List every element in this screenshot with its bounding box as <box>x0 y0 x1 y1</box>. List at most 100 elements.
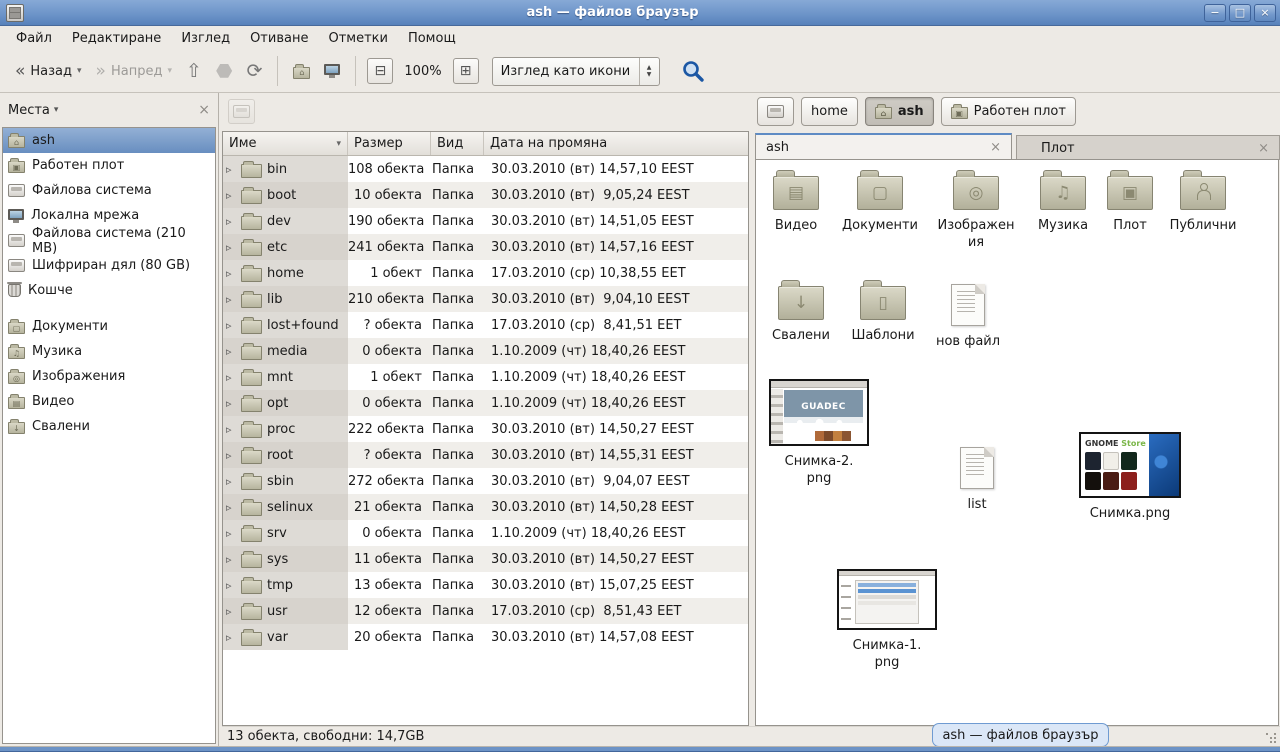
expander-icon[interactable]: ▹ <box>226 579 236 592</box>
menu-view[interactable]: Изглед <box>171 28 240 49</box>
folder-item-video[interactable]: ▤ Видео <box>756 176 836 234</box>
menu-help[interactable]: Помощ <box>398 28 466 49</box>
sidebar-item-desktop[interactable]: ▣ Работен плот <box>3 153 215 178</box>
sidebar-item-pictures[interactable]: ◎ Изображения <box>3 364 215 389</box>
expander-icon[interactable]: ▹ <box>226 319 236 332</box>
table-row[interactable]: ▹bin 108 обектаПапка30.03.2010 (вт) 14,5… <box>223 156 748 182</box>
table-row[interactable]: ▹lib 210 обектаПапка30.03.2010 (вт) 9,04… <box>223 286 748 312</box>
file-item-snimka-1[interactable]: Снимка-1.png <box>836 569 938 671</box>
file-item-new-file[interactable]: нов файл <box>928 284 1008 350</box>
column-header-date[interactable]: Дата на промяна <box>484 132 748 155</box>
table-row[interactable]: ▹selinux 21 обектаПапка30.03.2010 (вт) 1… <box>223 494 748 520</box>
combo-spinner-icon[interactable]: ▲ ▼ <box>639 58 659 85</box>
expander-icon[interactable]: ▹ <box>226 605 236 618</box>
expander-icon[interactable]: ▹ <box>226 163 236 176</box>
table-row[interactable]: ▹mnt 1 обектПапка1.10.2009 (чт) 18,40,26… <box>223 364 748 390</box>
expander-icon[interactable]: ▹ <box>226 189 236 202</box>
up-button[interactable]: ⇧ <box>179 58 209 84</box>
taskbar-window-button[interactable]: ash — файлов браузър <box>932 723 1109 747</box>
table-row[interactable]: ▹sbin 272 обектаПапка30.03.2010 (вт) 9,0… <box>223 468 748 494</box>
sidebar-close-icon[interactable]: × <box>198 102 210 118</box>
file-item-list[interactable]: list <box>955 447 999 513</box>
table-row[interactable]: ▹dev 190 обектаПапка30.03.2010 (вт) 14,5… <box>223 208 748 234</box>
sidebar-item-filesystem-210mb[interactable]: Файлова система (210 MB) <box>3 228 215 253</box>
expander-icon[interactable]: ▹ <box>226 631 236 644</box>
folder-item-public[interactable]: Публични <box>1163 176 1243 234</box>
expander-icon[interactable]: ▹ <box>226 241 236 254</box>
expander-icon[interactable]: ▹ <box>226 501 236 514</box>
table-row[interactable]: ▹proc 222 обектаПапка30.03.2010 (вт) 14,… <box>223 416 748 442</box>
table-row[interactable]: ▹opt 0 обектаПапка1.10.2009 (чт) 18,40,2… <box>223 390 748 416</box>
expander-icon[interactable]: ▹ <box>226 215 236 228</box>
path-home-button[interactable]: home <box>801 97 858 126</box>
expander-icon[interactable]: ▹ <box>226 553 236 566</box>
back-button[interactable]: « Назад ▾ <box>8 59 89 84</box>
expander-icon[interactable]: ▹ <box>226 345 236 358</box>
back-dropdown-icon[interactable]: ▾ <box>77 66 82 76</box>
forward-button[interactable]: » Напред ▾ <box>89 59 179 84</box>
table-row[interactable]: ▹usr 12 обектаПапка17.03.2010 (ср) 8,51,… <box>223 598 748 624</box>
table-row[interactable]: ▹srv 0 обектаПапка1.10.2009 (чт) 18,40,2… <box>223 520 748 546</box>
expander-icon[interactable]: ▹ <box>226 423 236 436</box>
search-button[interactable] <box>674 54 712 88</box>
sidebar-item-filesystem[interactable]: Файлова система <box>3 178 215 203</box>
column-header-type[interactable]: Вид <box>431 132 484 155</box>
computer-button[interactable] <box>317 59 347 83</box>
minimize-button[interactable]: − <box>1204 4 1226 22</box>
sidebar-item-downloads[interactable]: ↓ Свалени <box>3 414 215 439</box>
column-header-name[interactable]: Име ▾ <box>223 132 348 155</box>
table-row[interactable]: ▹var 20 обектаПапка30.03.2010 (вт) 14,57… <box>223 624 748 650</box>
folder-item-downloads[interactable]: ↓ Свалени <box>761 286 841 344</box>
table-row[interactable]: ▹media 0 обектаПапка1.10.2009 (чт) 18,40… <box>223 338 748 364</box>
sidebar-title[interactable]: Места <box>8 103 50 118</box>
sidebar-item-local-network[interactable]: Локална мрежа <box>3 203 215 228</box>
sidebar-item-trash[interactable]: Кошче <box>3 278 215 303</box>
path-root-button[interactable] <box>757 97 794 126</box>
folder-item-templates[interactable]: ▯ Шаблони <box>843 286 923 344</box>
view-mode-select[interactable]: Изглед като икони ▲ ▼ <box>492 57 660 86</box>
tab-ash[interactable]: ash × <box>755 133 1012 160</box>
close-button[interactable]: × <box>1254 4 1276 22</box>
maximize-button[interactable]: □ <box>1229 4 1251 22</box>
expander-icon[interactable]: ▹ <box>226 527 236 540</box>
table-row[interactable]: ▹lost+found ? обектаПапка17.03.2010 (ср)… <box>223 312 748 338</box>
sidebar-title-chevron-icon[interactable]: ▾ <box>54 105 59 115</box>
menu-bookmarks[interactable]: Отметки <box>318 28 397 49</box>
folder-item-pictures[interactable]: ◎ Изображения <box>934 176 1018 251</box>
stop-button[interactable]: ⬣ <box>209 58 240 84</box>
menu-edit[interactable]: Редактиране <box>62 28 171 49</box>
column-header-size[interactable]: Размер <box>348 132 431 155</box>
file-item-snimka[interactable]: GNOME Store Снимка.png <box>1078 432 1182 522</box>
tab-plot[interactable]: Плот × <box>1016 135 1280 160</box>
table-row[interactable]: ▹tmp 13 обектаПапка30.03.2010 (вт) 15,07… <box>223 572 748 598</box>
sidebar-item-encrypted-80gb[interactable]: Шифриран дял (80 GB) <box>3 253 215 278</box>
folder-item-documents[interactable]: ▢ Документи <box>838 176 922 234</box>
table-row[interactable]: ▹home 1 обектПапка17.03.2010 (ср) 10,38,… <box>223 260 748 286</box>
sidebar-item-video[interactable]: ▤ Видео <box>3 389 215 414</box>
tree-root-button[interactable] <box>228 99 255 124</box>
menu-go[interactable]: Отиване <box>240 28 318 49</box>
menu-file[interactable]: Файл <box>6 28 62 49</box>
expander-icon[interactable]: ▹ <box>226 397 236 410</box>
table-row[interactable]: ▹sys 11 обектаПапка30.03.2010 (вт) 14,50… <box>223 546 748 572</box>
resize-grip[interactable] <box>1265 732 1277 744</box>
zoom-in-button[interactable]: ⊞ <box>453 58 479 84</box>
folder-item-desktop[interactable]: ▣ Плот <box>1090 176 1170 234</box>
sidebar-item-ash[interactable]: ⌂ ash <box>3 128 215 153</box>
table-row[interactable]: ▹boot 10 обектаПапка30.03.2010 (вт) 9,05… <box>223 182 748 208</box>
table-row[interactable]: ▹etc 241 обектаПапка30.03.2010 (вт) 14,5… <box>223 234 748 260</box>
reload-button[interactable]: ⟳ <box>239 58 269 84</box>
expander-icon[interactable]: ▹ <box>226 267 236 280</box>
sidebar-item-music[interactable]: ♫ Музика <box>3 339 215 364</box>
expander-icon[interactable]: ▹ <box>226 449 236 462</box>
path-desktop-button[interactable]: ▣ Работен плот <box>941 97 1076 126</box>
expander-icon[interactable]: ▹ <box>226 293 236 306</box>
table-row[interactable]: ▹root ? обектаПапка30.03.2010 (вт) 14,55… <box>223 442 748 468</box>
expander-icon[interactable]: ▹ <box>226 371 236 384</box>
file-item-snimka-2[interactable]: GUADEC Снимка-2.png <box>769 379 869 487</box>
path-ash-button[interactable]: ⌂ ash <box>865 97 934 126</box>
tab-close-icon[interactable]: × <box>1258 141 1269 156</box>
tab-close-icon[interactable]: × <box>990 140 1001 155</box>
zoom-out-button[interactable]: ⊟ <box>367 58 393 84</box>
expander-icon[interactable]: ▹ <box>226 475 236 488</box>
